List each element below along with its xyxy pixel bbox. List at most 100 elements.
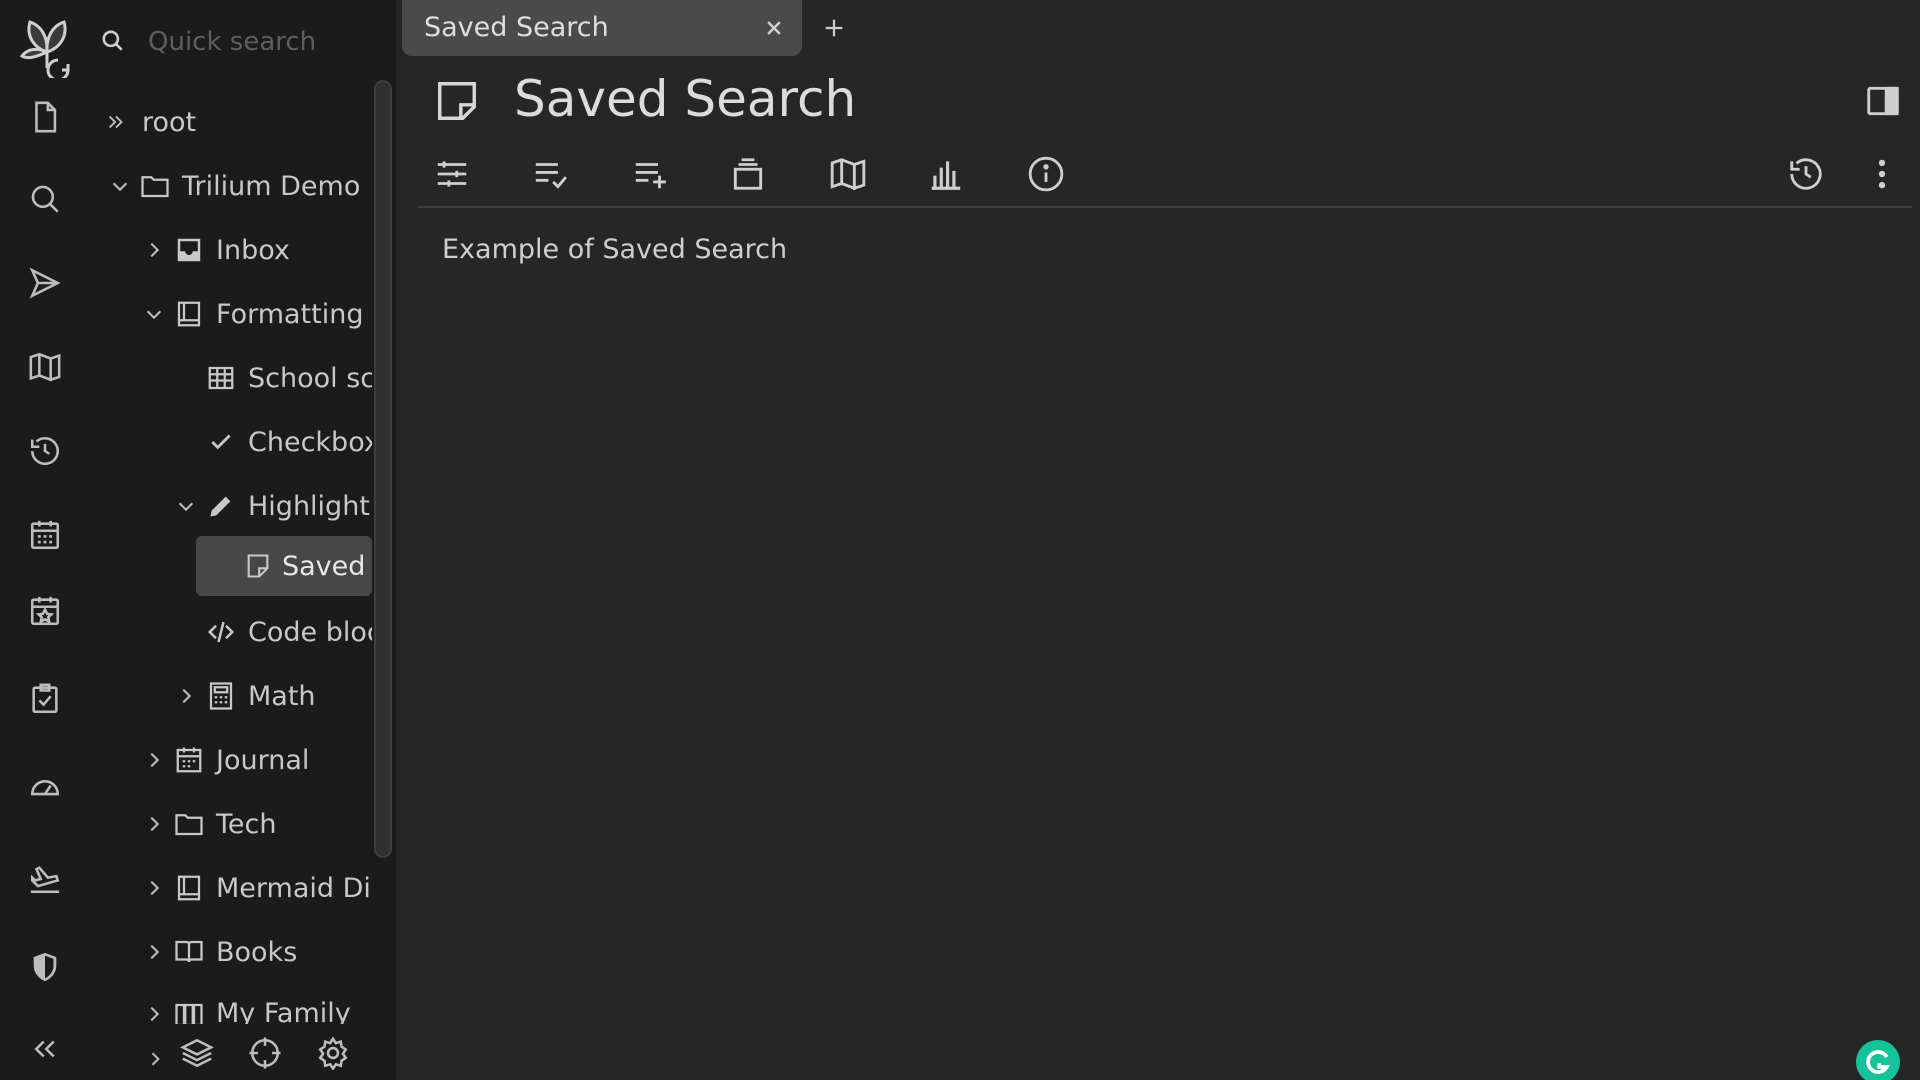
info-icon[interactable] <box>1022 150 1070 198</box>
plane-icon[interactable] <box>22 856 68 902</box>
gear-icon[interactable] <box>310 1030 356 1076</box>
quick-search-input[interactable] <box>148 22 372 62</box>
app-logo[interactable] <box>14 12 80 78</box>
chevron-right-icon[interactable] <box>138 872 170 904</box>
expand-all-icon[interactable] <box>100 106 132 138</box>
map-icon[interactable] <box>22 344 68 390</box>
book-icon <box>172 297 206 331</box>
crosshair-icon[interactable] <box>242 1030 288 1076</box>
tree-node-label: Code blocks <box>248 616 372 648</box>
tree-scrollbar[interactable] <box>374 80 392 858</box>
tree-node-formatting[interactable]: Formatting <box>138 286 364 342</box>
tree-node-label: Checkbox <box>248 426 372 458</box>
tree-node-tech[interactable]: Tech <box>138 796 276 852</box>
check-icon <box>204 425 238 459</box>
stats-icon[interactable] <box>922 150 970 198</box>
add-list-icon[interactable] <box>626 150 674 198</box>
dashboard-icon[interactable] <box>22 764 68 810</box>
tree-node-label: Saved Search <box>282 550 372 582</box>
note-content[interactable]: Example of Saved Search <box>442 234 787 265</box>
send-icon[interactable] <box>22 260 68 306</box>
history-icon[interactable] <box>1782 150 1830 198</box>
tab-bar: Saved Search <box>396 0 1920 58</box>
folder-icon <box>138 169 172 203</box>
tree-node-my-family[interactable]: My Family <box>138 988 351 1024</box>
search-icon[interactable] <box>22 176 68 222</box>
pencil-icon <box>204 489 238 523</box>
note-tree: root Trilium Demo Inbox <box>90 0 372 1080</box>
tree-node-label: My Family <box>216 998 351 1024</box>
new-tab-button[interactable] <box>816 10 852 46</box>
search-icon <box>100 28 126 54</box>
tree-node-label: Trilium Demo <box>182 170 361 202</box>
collapse-icon[interactable] <box>22 1026 68 1072</box>
book-icon <box>172 871 206 905</box>
calculator-icon <box>204 679 238 713</box>
right-pane-toggle-icon[interactable] <box>1864 82 1902 120</box>
calendar-icon <box>172 743 206 777</box>
tree-node-label: Inbox <box>216 234 290 266</box>
search-params-icon[interactable] <box>526 150 574 198</box>
tree-node-checkbox[interactable]: Checkbox <box>202 414 372 470</box>
calendar-icon[interactable] <box>22 512 68 558</box>
chevron-right-icon[interactable] <box>138 808 170 840</box>
folder-icon <box>172 807 206 841</box>
chevron-right-icon[interactable] <box>138 998 170 1024</box>
layers-icon[interactable] <box>174 1030 220 1076</box>
note-title[interactable]: Saved Search <box>514 70 856 128</box>
more-menu-icon[interactable] <box>1858 150 1906 198</box>
tree-node-journal[interactable]: Journal <box>138 732 309 788</box>
chevron-right-icon[interactable] <box>138 744 170 776</box>
tab-saved-search[interactable]: Saved Search <box>402 0 802 56</box>
family-icon <box>172 998 206 1024</box>
new-note-icon[interactable] <box>22 94 68 140</box>
tree-node-school-schedule[interactable]: School schedule <box>202 350 372 406</box>
tree-node-trilium-demo[interactable]: Trilium Demo <box>104 158 360 214</box>
tab-title: Saved Search <box>424 12 609 43</box>
inbox-icon <box>172 233 206 267</box>
note-title-row: Saved Search <box>396 66 1920 134</box>
chevron-right-icon[interactable] <box>138 234 170 266</box>
tree-node-label: Journal <box>216 744 310 776</box>
open-book-icon <box>172 935 206 969</box>
tree-node-label: Tech <box>216 808 277 840</box>
chevron-right-icon[interactable] <box>132 1036 178 1080</box>
tree-root[interactable]: root <box>100 94 196 150</box>
chevron-right-icon[interactable] <box>170 680 202 712</box>
tree-node-saved-search[interactable]: Saved Search <box>196 536 372 596</box>
tree-node-label: Math <box>248 680 316 712</box>
quick-search <box>90 18 372 66</box>
chevron-down-icon[interactable] <box>138 298 170 330</box>
note-map-icon[interactable] <box>824 150 872 198</box>
ribbon-toolbar <box>418 148 1912 208</box>
chevron-right-icon[interactable] <box>138 936 170 968</box>
tree-footer <box>90 1030 396 1078</box>
calendar-star-icon[interactable] <box>22 588 68 634</box>
saved-search-note-icon[interactable] <box>434 78 480 124</box>
tree-node-math[interactable]: Math <box>170 668 316 724</box>
tree-root-label: root <box>142 106 197 138</box>
tree-node-label: Books <box>216 936 298 968</box>
stack-icon[interactable] <box>724 150 772 198</box>
close-icon[interactable] <box>760 14 788 42</box>
shield-icon[interactable] <box>22 944 68 990</box>
code-icon <box>204 615 238 649</box>
ribbon-divider <box>418 206 1912 208</box>
tree-node-label: Mermaid Diagrams <box>216 872 372 904</box>
chevron-down-icon[interactable] <box>170 490 202 522</box>
app-window: root Trilium Demo Inbox <box>0 0 1920 1080</box>
tree-node-books[interactable]: Books <box>138 924 297 980</box>
options-icon[interactable] <box>428 150 476 198</box>
grammarly-icon[interactable] <box>1856 1040 1900 1080</box>
main-area: Saved Search Saved Search Example of Sav… <box>396 0 1920 1080</box>
tree-node-code-blocks[interactable]: Code blocks <box>202 604 372 660</box>
tree-node-mermaid-diagrams[interactable]: Mermaid Diagrams <box>138 860 372 916</box>
launcher-bar <box>0 0 90 1080</box>
tree-node-label: School schedule <box>248 362 372 394</box>
tree-node-inbox[interactable]: Inbox <box>138 222 290 278</box>
chevron-down-icon[interactable] <box>104 170 136 202</box>
history-icon[interactable] <box>22 428 68 474</box>
tree-node-highlighting[interactable]: Highlighting <box>170 478 372 534</box>
task-icon[interactable] <box>22 676 68 722</box>
tree-node-label: Highlighting <box>248 490 372 522</box>
